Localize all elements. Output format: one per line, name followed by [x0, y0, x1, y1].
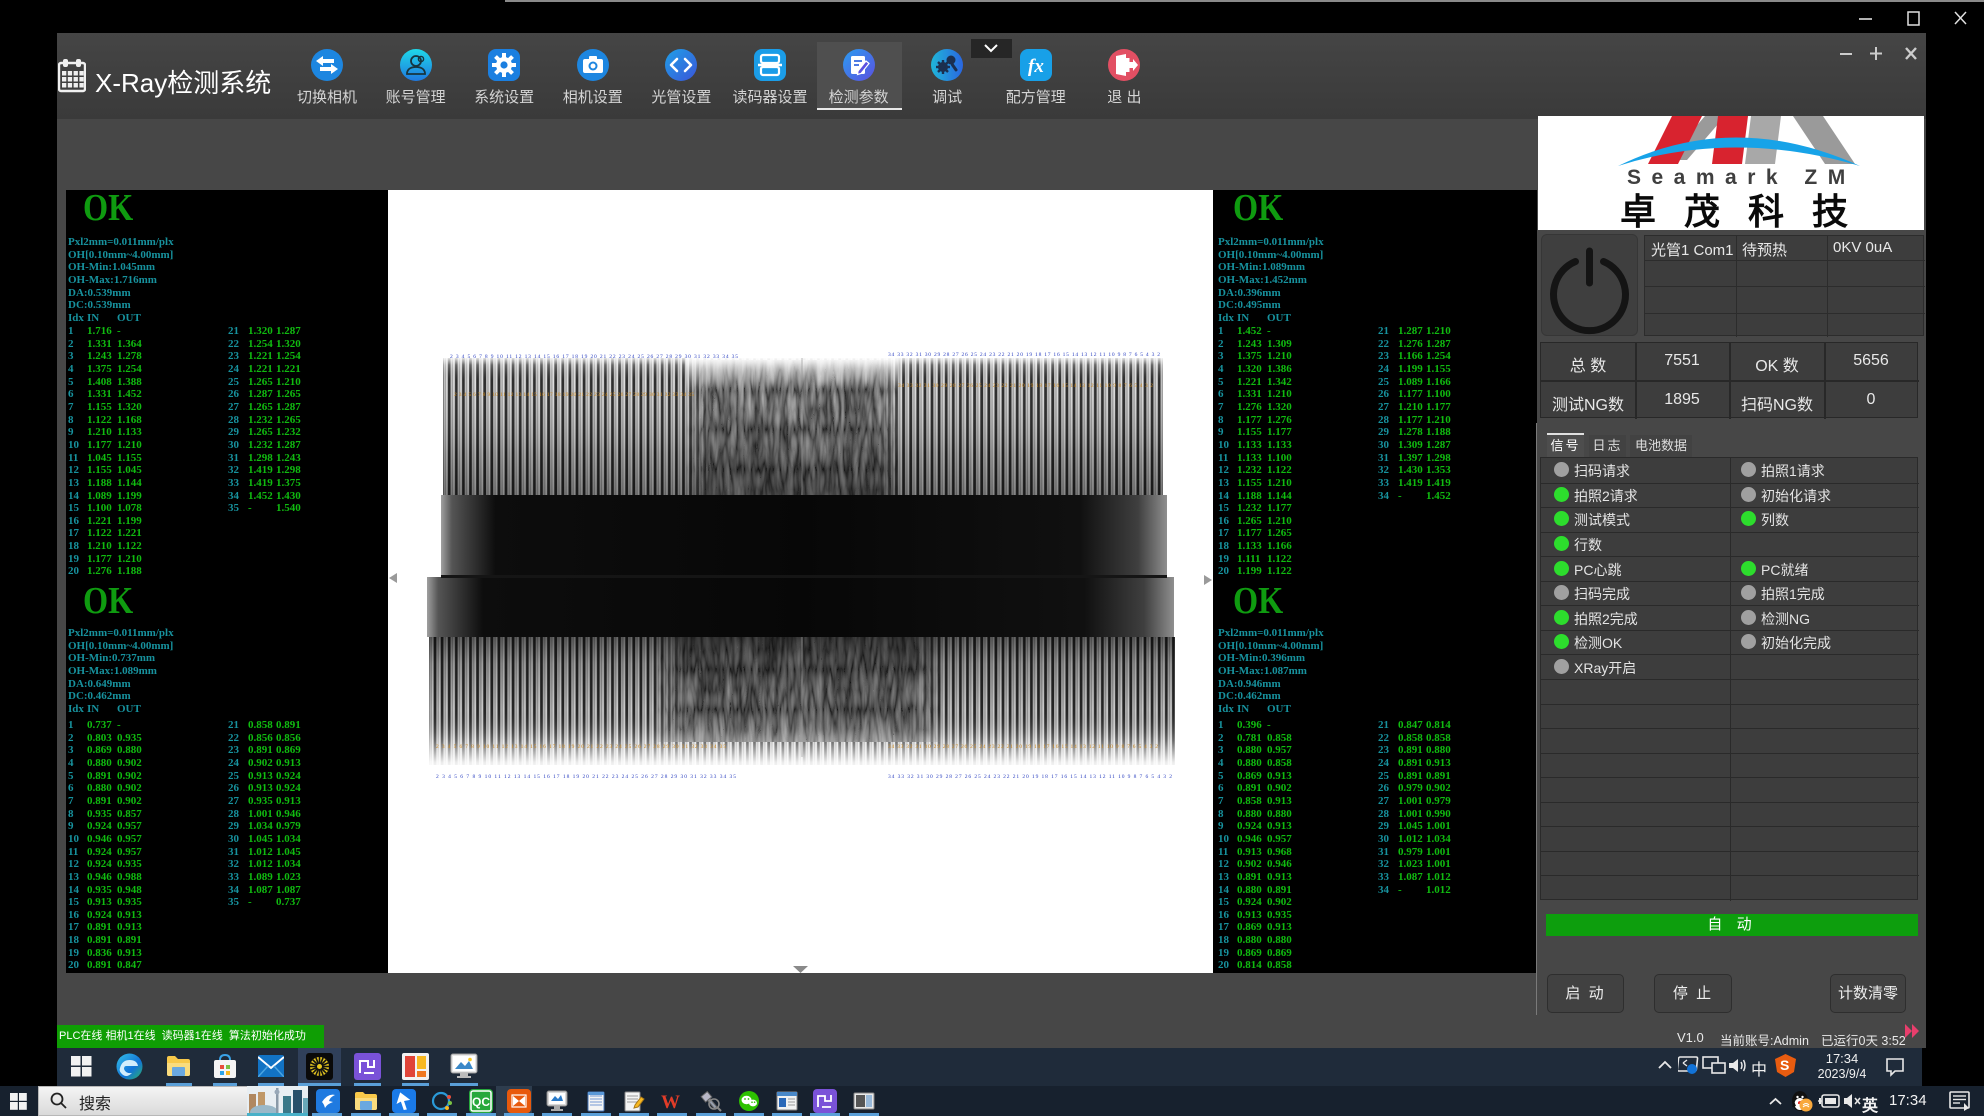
svg-text:2 3 4 5 6 7 8 9 10 11 12 13 14: 2 3 4 5 6 7 8 9 10 11 12 13 14 15 16 17 …	[436, 744, 726, 750]
svg-text:2 3 4 5 6 7 8 9 10 11 12 13 14: 2 3 4 5 6 7 8 9 10 11 12 13 14 15 16 17 …	[454, 392, 694, 398]
svg-text:卓茂科技: 卓茂科技	[1620, 191, 1876, 230]
svg-text:2 3 4 5 6 7 8 9 10 11 12 13 14: 2 3 4 5 6 7 8 9 10 11 12 13 14 15 16 17 …	[436, 774, 736, 780]
svg-text:S: S	[1780, 1057, 1789, 1073]
svg-text:34 33 32 31 30 29 28 27 26 25: 34 33 32 31 30 29 28 27 26 25 24 23 22 2…	[888, 774, 1172, 780]
svg-text:2 3 4 5 6 7 8 9 10 11 12 13 14: 2 3 4 5 6 7 8 9 10 11 12 13 14 15 16 17 …	[450, 354, 738, 360]
svg-text:fx: fx	[1028, 56, 1044, 77]
svg-text:W: W	[661, 1092, 680, 1113]
svg-text:Seamark ZM: Seamark ZM	[1627, 166, 1856, 189]
svg-text:34 33 32 31 30 29 28 27 26 25: 34 33 32 31 30 29 28 27 26 25 24 23 22 2…	[888, 744, 1158, 750]
svg-text:QC: QC	[472, 1095, 490, 1109]
svg-text:34 33 32 31 30 29 28 27 26 25: 34 33 32 31 30 29 28 27 26 25 24 23 22 2…	[898, 383, 1153, 389]
svg-text:34 33 32 31 30 29 28 27 26 25: 34 33 32 31 30 29 28 27 26 25 24 23 22 2…	[888, 352, 1160, 358]
